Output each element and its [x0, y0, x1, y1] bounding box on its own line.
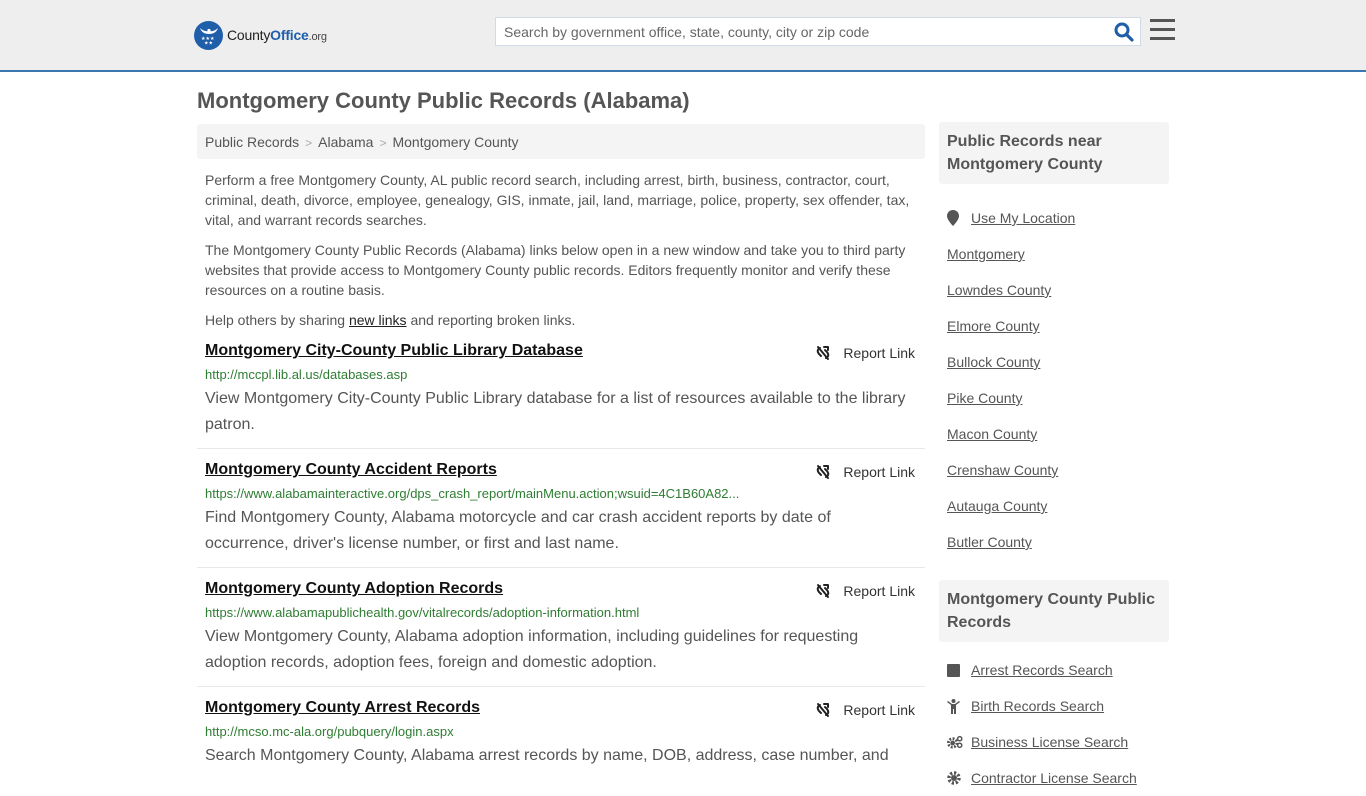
report-link-button[interactable]: Report Link — [815, 464, 915, 480]
nearby-link-pike-county[interactable]: Pike County — [947, 390, 1022, 406]
county-record-item: Business License Search — [947, 724, 1161, 760]
nearby-item: Butler County — [947, 524, 1161, 560]
page-title: Montgomery County Public Records (Alabam… — [197, 88, 690, 113]
record-description: View Montgomery County, Alabama adoption… — [205, 628, 859, 671]
intro-text: Perform a free Montgomery County, AL pub… — [197, 170, 925, 330]
main-content: Public Records > Alabama > Montgomery County… — [197, 124, 925, 779]
report-link-button[interactable]: Report Link — [815, 583, 915, 599]
nearby-link-butler-county[interactable]: Butler County — [947, 534, 1032, 550]
eagle-logo-icon: ★★★ ★★ — [194, 20, 223, 50]
record-item: Montgomery County Arrest Records Report … — [197, 687, 925, 779]
nearby-item: Macon County — [947, 416, 1161, 452]
broken-link-icon — [817, 465, 830, 479]
contractor-license-search-link[interactable]: Contractor License Search — [971, 770, 1137, 786]
search-input[interactable] — [496, 18, 1096, 45]
record-item: Montgomery County Adoption Records Repor… — [197, 568, 925, 687]
record-url: http://mcso.mc-ala.org/pubquery/login.as… — [205, 724, 454, 739]
record-title-link[interactable]: Montgomery County Arrest Records — [205, 699, 480, 717]
top-header: ★★★ ★★ CountyOffice.org — [0, 0, 1366, 72]
cogs-icon — [947, 735, 963, 749]
record-url: https://www.alabamapublichealth.gov/vita… — [205, 605, 640, 620]
nearby-item: Autauga County — [947, 488, 1161, 524]
use-my-location-item: Use My Location — [947, 200, 1161, 236]
breadcrumb-separator: > — [379, 136, 387, 150]
nearby-item: Elmore County — [947, 308, 1161, 344]
breadcrumb-separator: > — [305, 136, 313, 150]
intro-paragraph-1: Perform a free Montgomery County, AL pub… — [205, 172, 910, 228]
broken-link-icon — [817, 346, 830, 360]
nearby-item: Pike County — [947, 380, 1161, 416]
record-description: Find Montgomery County, Alabama motorcyc… — [205, 509, 831, 552]
county-record-item: Birth Records Search — [947, 688, 1161, 724]
nearby-records-heading: Public Records near Montgomery County — [939, 122, 1169, 184]
map-marker-icon — [947, 210, 963, 226]
record-title-link[interactable]: Montgomery County Accident Reports — [205, 461, 497, 479]
square-icon — [947, 663, 963, 677]
record-description: Search Montgomery County, Alabama arrest… — [205, 747, 889, 764]
record-item: Montgomery City-County Public Library Da… — [197, 330, 925, 449]
gear-icon — [947, 771, 963, 785]
report-link-button[interactable]: Report Link — [815, 702, 915, 718]
nearby-item: Lowndes County — [947, 272, 1161, 308]
nearby-link-montgomery[interactable]: Montgomery — [947, 246, 1025, 262]
breadcrumb: Public Records > Alabama > Montgomery County — [197, 124, 925, 159]
site-logo[interactable]: ★★★ ★★ CountyOffice.org — [194, 20, 327, 50]
use-my-location-link[interactable]: Use My Location — [971, 210, 1075, 226]
arrest-records-search-link[interactable]: Arrest Records Search — [971, 662, 1113, 678]
county-records-heading: Montgomery County Public Records — [939, 580, 1169, 642]
intro-paragraph-2: The Montgomery County Public Records (Al… — [205, 242, 906, 298]
county-record-item: Arrest Records Search — [947, 652, 1161, 688]
svg-text:★★: ★★ — [204, 41, 213, 46]
search-box — [495, 17, 1141, 46]
broken-link-icon — [817, 584, 830, 598]
nearby-link-crenshaw-county[interactable]: Crenshaw County — [947, 462, 1058, 478]
nearby-item: Bullock County — [947, 344, 1161, 380]
sidebar: Public Records near Montgomery County Us… — [939, 122, 1169, 796]
record-title-link[interactable]: Montgomery City-County Public Library Da… — [205, 342, 583, 360]
record-url: http://mccpl.lib.al.us/databases.asp — [205, 367, 408, 382]
intro-paragraph-3: Help others by sharing new links and rep… — [205, 312, 576, 328]
child-icon — [947, 698, 963, 714]
record-description: View Montgomery City-County Public Libra… — [205, 390, 906, 433]
record-title-link[interactable]: Montgomery County Adoption Records — [205, 580, 503, 598]
nearby-records-list: Use My Location Montgomery Lowndes Count… — [939, 184, 1169, 560]
nearby-link-macon-county[interactable]: Macon County — [947, 426, 1037, 442]
record-item: Montgomery County Accident Reports Repor… — [197, 449, 925, 568]
nearby-link-elmore-county[interactable]: Elmore County — [947, 318, 1040, 334]
breadcrumb-public-records[interactable]: Public Records — [205, 134, 299, 150]
business-license-search-link[interactable]: Business License Search — [971, 734, 1128, 750]
breadcrumb-alabama[interactable]: Alabama — [318, 134, 373, 150]
nearby-item: Montgomery — [947, 236, 1161, 272]
county-record-item: Contractor License Search — [947, 760, 1161, 796]
birth-records-search-link[interactable]: Birth Records Search — [971, 698, 1104, 714]
search-icon[interactable] — [1114, 22, 1134, 42]
county-records-list: Arrest Records Search Birth Records Sear… — [939, 642, 1169, 796]
nearby-link-bullock-county[interactable]: Bullock County — [947, 354, 1040, 370]
breadcrumb-montgomery-county[interactable]: Montgomery County — [392, 134, 518, 150]
broken-link-icon — [817, 703, 830, 717]
nearby-link-lowndes-county[interactable]: Lowndes County — [947, 282, 1051, 298]
report-link-button[interactable]: Report Link — [815, 345, 915, 361]
record-url: https://www.alabamainteractive.org/dps_c… — [205, 486, 740, 501]
nearby-link-autauga-county[interactable]: Autauga County — [947, 498, 1047, 514]
logo-text: CountyOffice.org — [227, 27, 327, 43]
nearby-item: Crenshaw County — [947, 452, 1161, 488]
new-links-link[interactable]: new links — [349, 312, 407, 328]
hamburger-menu-icon[interactable] — [1150, 19, 1176, 43]
